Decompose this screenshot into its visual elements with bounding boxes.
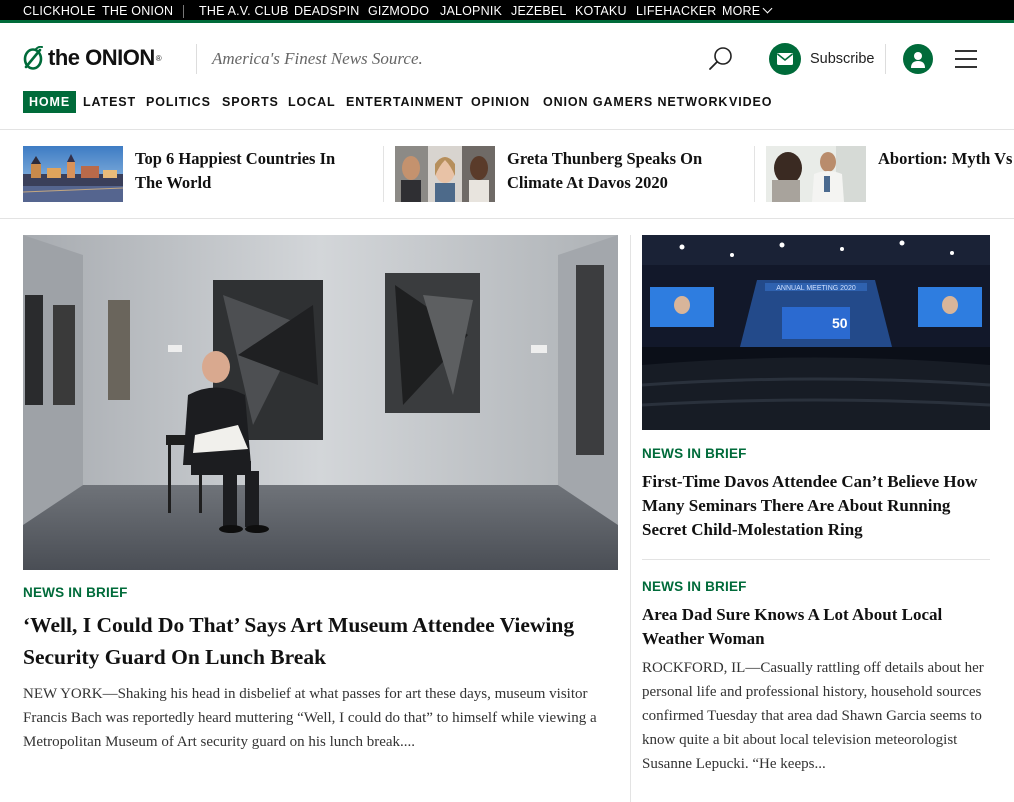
subscribe-button[interactable]: Subscribe: [769, 43, 874, 75]
network-link-jezebel[interactable]: JEZEBEL: [511, 4, 567, 18]
nav-local[interactable]: LOCAL: [288, 91, 336, 113]
trending-thumbnail-doctor: [766, 146, 866, 202]
onion-logo[interactable]: the ONION ®: [22, 44, 162, 72]
column-divider: [630, 235, 631, 802]
network-link-gizmodo[interactable]: GIZMODO: [368, 4, 429, 18]
mail-icon-badge: [769, 43, 801, 75]
side-story-title[interactable]: Area Dad Sure Knows A Lot About Local We…: [642, 603, 992, 651]
trending-strip-border: [0, 218, 1014, 219]
trending-divider: [754, 146, 755, 202]
trending-title: Top 6 Happiest Countries In The World: [135, 149, 336, 192]
logo-registered-mark: ®: [155, 53, 162, 63]
nav-home[interactable]: HOME: [23, 91, 77, 113]
side-story-divider: [642, 559, 990, 560]
onion-leaf-icon: [23, 46, 43, 70]
site-tagline: America's Finest News Source.: [212, 49, 423, 68]
nav-entertainment[interactable]: ENTERTAINMENT: [346, 91, 464, 113]
main-story-title[interactable]: ‘Well, I Could Do That’ Says Art Museum …: [23, 609, 621, 673]
network-link-av-club[interactable]: THE A.V. CLUB: [199, 4, 289, 18]
nav-sports[interactable]: SPORTS: [222, 91, 279, 113]
account-button[interactable]: [903, 44, 933, 74]
search-button[interactable]: [708, 46, 734, 72]
network-separator: [183, 5, 184, 18]
davos-banner-text: ANNUAL MEETING 2020: [776, 285, 856, 292]
network-more-label: MORE: [722, 4, 761, 18]
network-link-the-onion[interactable]: THE ONION: [102, 4, 173, 18]
nav-latest[interactable]: LATEST: [83, 91, 136, 113]
section-nav: HOME LATEST POLITICS SPORTS LOCAL ENTERT…: [0, 91, 1014, 130]
trending-thumbnail-city: [23, 146, 123, 202]
user-icon: [911, 51, 925, 68]
side-story-kicker[interactable]: NEWS IN BRIEF: [642, 579, 747, 594]
davos-50-badge: 50: [832, 315, 848, 331]
envelope-icon: [777, 53, 793, 65]
trending-title: Greta Thunberg Speaks On Climate At Davos…: [507, 149, 703, 192]
header-divider-right: [885, 44, 886, 74]
network-link-jalopnik[interactable]: JALOPNIK: [440, 4, 502, 18]
trending-divider: [383, 146, 384, 202]
side-story-kicker[interactable]: NEWS IN BRIEF: [642, 446, 747, 461]
search-icon: [709, 47, 732, 70]
nav-onion-gamers-network[interactable]: ONION GAMERS NETWORK: [543, 91, 728, 113]
main-story-kicker[interactable]: NEWS IN BRIEF: [23, 585, 128, 600]
trending-title: Abortion: Myth Vs: [878, 149, 1013, 168]
main-story-image[interactable]: [23, 235, 618, 570]
side-story-image-davos[interactable]: ANNUAL MEETING 2020 50: [642, 235, 990, 430]
network-link-clickhole[interactable]: CLICKHOLE: [23, 4, 96, 18]
trending-item[interactable]: Abortion: Myth Vs: [766, 146, 1014, 202]
header-divider: [196, 44, 197, 74]
trending-item[interactable]: Top 6 Happiest Countries In The World: [23, 146, 373, 202]
network-more-button[interactable]: MORE: [722, 3, 773, 18]
main-story-excerpt: NEW YORK—Shaking his head in disbelief a…: [23, 686, 597, 750]
side-story-title[interactable]: First-Time Davos Attendee Can’t Believe …: [642, 470, 992, 542]
network-link-kotaku[interactable]: KOTAKU: [575, 4, 627, 18]
chevron-down-icon: [762, 3, 773, 14]
nav-opinion[interactable]: OPINION: [471, 91, 530, 113]
logo-wordmark: the ONION: [48, 45, 155, 70]
side-story-excerpt: ROCKFORD, IL—Casually rattling off detai…: [642, 660, 984, 772]
network-bar: CLICKHOLE THE ONION THE A.V. CLUB DEADSP…: [0, 0, 1014, 23]
network-link-lifehacker[interactable]: LIFEHACKER: [636, 4, 717, 18]
hamburger-menu-icon[interactable]: [955, 50, 977, 68]
subscribe-label: Subscribe: [810, 51, 875, 67]
nav-politics[interactable]: POLITICS: [146, 91, 211, 113]
nav-video[interactable]: VIDEO: [729, 91, 772, 113]
network-link-deadspin[interactable]: DEADSPIN: [294, 4, 360, 18]
trending-item[interactable]: Greta Thunberg Speaks On Climate At Davos…: [395, 146, 745, 202]
trending-thumbnail-faces: [395, 146, 495, 202]
